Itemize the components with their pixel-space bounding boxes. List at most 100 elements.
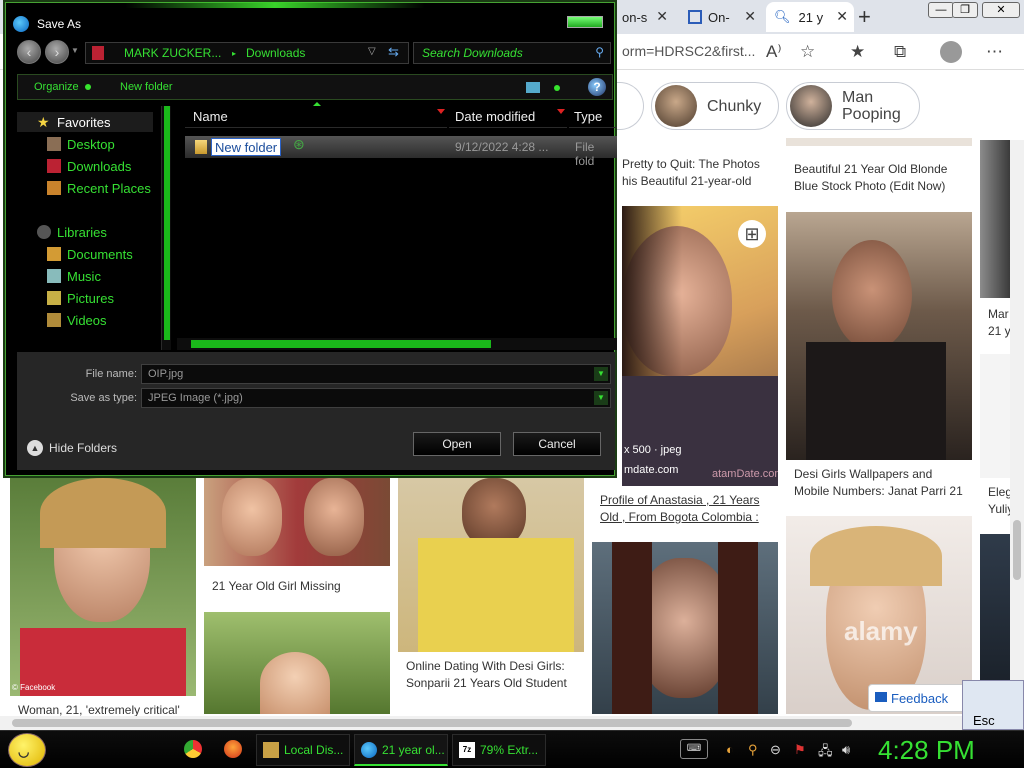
close-tab-icon[interactable]: ✕ <box>744 8 756 25</box>
read-aloud-icon[interactable]: A⁾ <box>766 42 782 62</box>
search-input[interactable]: Search Downloads ⚲ <box>413 42 611 64</box>
open-button[interactable]: Open <box>413 432 501 456</box>
nav-desktop[interactable]: Desktop <box>17 134 115 154</box>
network-icon[interactable]: 🖧︎ <box>818 742 833 764</box>
new-tab-button[interactable]: + <box>858 4 871 30</box>
file-row[interactable]: New folder ⊛ 9/12/2022 4:28 ... File fol… <box>185 136 617 168</box>
organize-button[interactable]: Organize <box>34 81 91 93</box>
browser-tab-active[interactable]: 🔍︎ 21 y ✕ <box>766 2 854 32</box>
add-favorite-icon[interactable]: ☆ <box>800 42 815 62</box>
result-image[interactable]: ⊞ x 500 · jpeg mdate.com atamDate.com <box>622 206 778 486</box>
breadcrumb-current[interactable]: Downloads <box>246 46 305 60</box>
nav-documents[interactable]: Documents <box>17 244 133 264</box>
nav-downloads[interactable]: Downloads <box>17 156 131 176</box>
result-caption[interactable]: 21 Year Old Girl Missing <box>212 578 341 595</box>
scroll-thumb[interactable] <box>12 719 852 727</box>
taskbar-item-active[interactable]: 21 year ol... <box>354 734 448 766</box>
chevron-down-icon[interactable]: ▼ <box>594 391 608 405</box>
column-header-type[interactable]: Type <box>569 106 617 128</box>
feedback-button[interactable]: Feedback <box>868 684 972 712</box>
result-caption[interactable]: Online Dating With Desi Girls: Sonparii … <box>406 658 567 692</box>
view-options-icon[interactable] <box>526 82 540 93</box>
breadcrumb[interactable]: MARK ZUCKER... ▸ Downloads ▽ ⇆ <box>85 42 409 64</box>
browser-tab[interactable]: on-s ✕ <box>614 2 674 32</box>
savetype-select[interactable]: JPEG Image (*.jpg) ▼ <box>141 388 611 408</box>
chevron-down-icon[interactable]: ▽ <box>368 46 376 57</box>
result-image[interactable] <box>786 138 972 146</box>
recent-locations-icon[interactable]: ▼ <box>71 46 79 55</box>
search-tray-icon[interactable]: ⚲ <box>748 742 758 758</box>
new-folder-button[interactable]: New folder <box>120 81 173 93</box>
sort-arrow-icon[interactable] <box>437 109 445 114</box>
add-to-collection-icon[interactable]: ⊞ <box>738 220 766 248</box>
result-image[interactable] <box>204 612 390 714</box>
nav-pane-scrollbar[interactable] <box>161 106 171 350</box>
sort-arrow-icon[interactable] <box>557 109 565 114</box>
url-field[interactable]: orm=HDRSC2&first... <box>622 43 755 59</box>
filename-field[interactable]: OIP.jpg ▼ <box>141 364 611 384</box>
result-image[interactable] <box>980 534 1010 682</box>
hide-folders-button[interactable]: ▲ Hide Folders <box>27 440 117 456</box>
close-window-button[interactable]: ✕ <box>982 2 1020 18</box>
help-icon[interactable]: ? <box>588 78 606 96</box>
minus-circle-icon[interactable]: ⊖ <box>770 742 781 758</box>
close-tab-icon[interactable]: ✕ <box>656 8 668 25</box>
keyboard-icon[interactable]: ⌨ <box>680 739 708 759</box>
result-image[interactable] <box>398 478 584 652</box>
browser-tab[interactable]: On- ✕ <box>680 2 762 32</box>
result-image[interactable] <box>980 140 1010 298</box>
scroll-thumb[interactable] <box>191 340 491 348</box>
result-caption[interactable]: Desi Girls Wallpapers and Mobile Numbers… <box>794 466 963 500</box>
result-image[interactable] <box>786 212 972 460</box>
column-header-date[interactable]: Date modified <box>449 106 567 128</box>
firefox-icon[interactable] <box>224 740 242 758</box>
close-dialog-button[interactable] <box>567 16 603 28</box>
clock[interactable]: 4:28 PM <box>878 735 975 766</box>
breadcrumb-root[interactable]: MARK ZUCKER... <box>124 46 221 60</box>
view-dropdown-icon[interactable] <box>554 85 560 91</box>
chrome-icon[interactable] <box>184 740 202 758</box>
scroll-thumb[interactable] <box>1013 520 1021 580</box>
refresh-icon[interactable]: ⇆ <box>388 44 399 60</box>
flag-icon[interactable]: ◐ <box>726 742 734 757</box>
favorites-icon[interactable]: ★ <box>850 42 865 62</box>
result-caption[interactable]: Profile of Anastasia , 21 Years Old , Fr… <box>600 492 759 526</box>
cancel-button[interactable]: Cancel <box>513 432 601 456</box>
people-pill[interactable]: Chunky <box>651 82 779 130</box>
vertical-scrollbar[interactable] <box>1010 140 1024 730</box>
horizontal-scrollbar[interactable] <box>0 716 1010 730</box>
result-image[interactable] <box>592 542 778 714</box>
more-menu-icon[interactable]: ⋯ <box>986 42 1003 62</box>
result-caption[interactable]: Pretty to Quit: The Photos his Beautiful… <box>622 156 760 190</box>
volume-icon[interactable]: 🔊︎ <box>842 742 850 758</box>
chevron-down-icon[interactable]: ▼ <box>594 367 608 381</box>
result-image[interactable] <box>980 354 1010 478</box>
rename-input[interactable]: New folder <box>211 138 282 156</box>
nav-pictures[interactable]: Pictures <box>17 288 114 308</box>
people-pill[interactable]: Man Pooping <box>786 82 920 130</box>
file-list-hscrollbar[interactable] <box>177 338 617 350</box>
action-center-icon[interactable]: ⚑ <box>794 742 806 758</box>
start-button[interactable]: ◡ <box>8 733 46 767</box>
result-image[interactable] <box>204 478 390 566</box>
back-arrow-icon[interactable]: ‹ <box>17 40 41 64</box>
nav-libraries[interactable]: Libraries <box>17 222 107 242</box>
result-caption[interactable]: Mar 21 y <box>988 306 1011 340</box>
nav-favorites[interactable]: ★ Favorites <box>17 112 153 132</box>
result-caption[interactable]: Beautiful 21 Year Old Blonde Blue Stock … <box>794 161 947 195</box>
nav-videos[interactable]: Videos <box>17 310 107 330</box>
forward-arrow-icon[interactable]: › <box>45 40 69 64</box>
close-tab-icon[interactable]: ✕ <box>836 8 848 25</box>
nav-recent-places[interactable]: Recent Places <box>17 178 151 198</box>
collections-icon[interactable]: ⧉ <box>894 42 906 62</box>
result-image[interactable]: © Facebook <box>10 478 196 696</box>
scroll-thumb[interactable] <box>164 106 170 340</box>
maximize-button[interactable]: ❐ <box>952 2 978 18</box>
column-header-name[interactable]: Name <box>185 106 447 128</box>
people-pill[interactable] <box>614 82 644 130</box>
minimize-button[interactable]: — <box>928 2 954 18</box>
nav-music[interactable]: Music <box>17 266 101 286</box>
profile-avatar[interactable] <box>940 41 962 63</box>
esc-key-button[interactable]: Esc <box>962 680 1024 730</box>
taskbar-item[interactable]: 7z 79% Extr... <box>452 734 546 766</box>
